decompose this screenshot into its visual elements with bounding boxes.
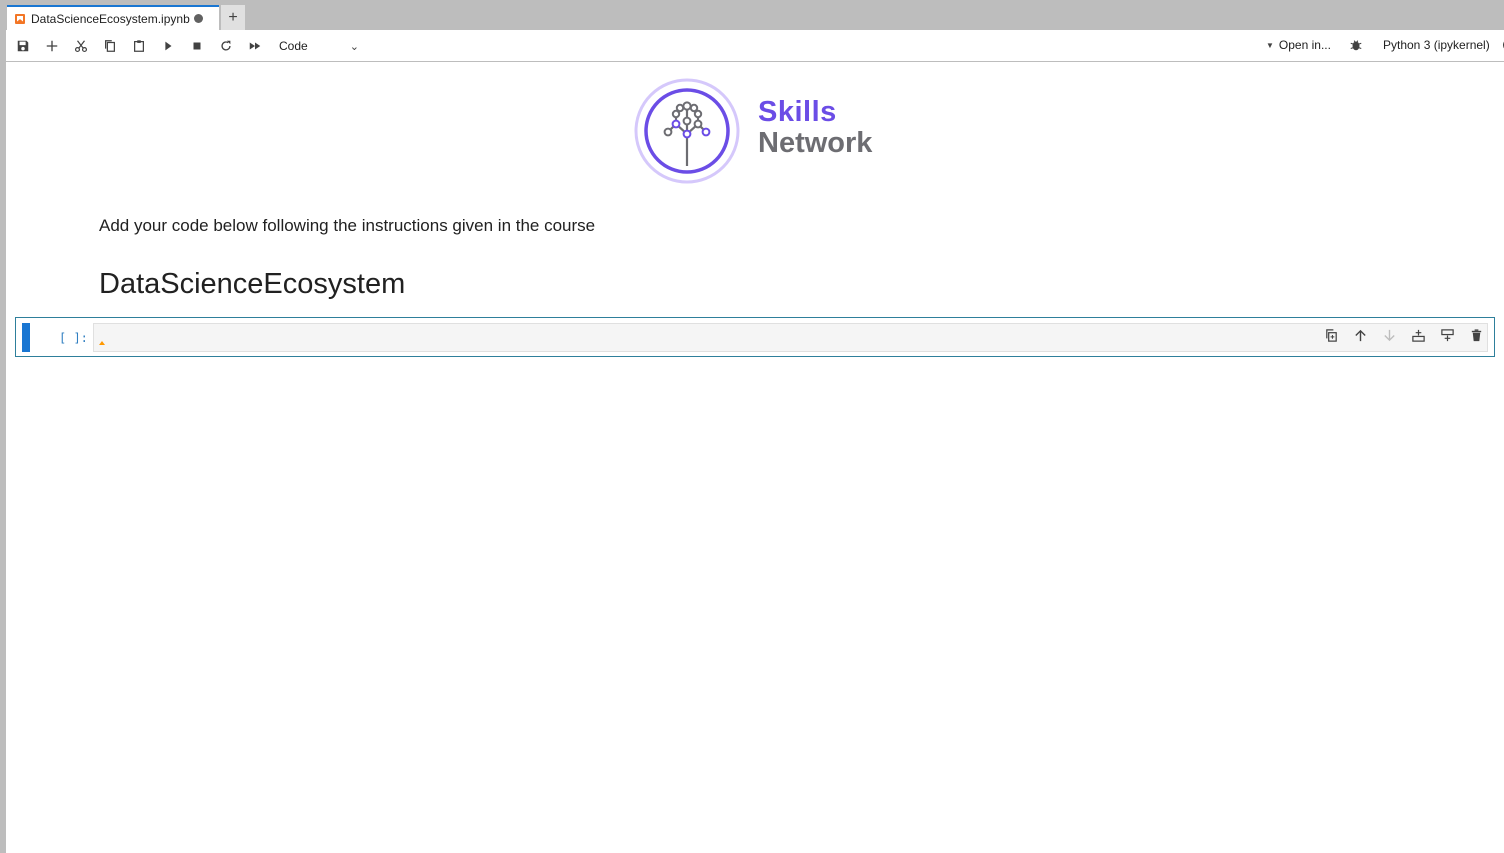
- logo-text-network: Network: [758, 127, 873, 159]
- add-cell-icon[interactable]: [42, 37, 62, 55]
- kernel-name[interactable]: Python 3 (ipykernel): [1383, 38, 1490, 52]
- cursor-marker-icon: [99, 341, 105, 345]
- code-cell[interactable]: [ ]:: [15, 317, 1495, 357]
- unsaved-indicator-icon[interactable]: [193, 14, 203, 23]
- cell-type-value: Code: [279, 39, 308, 53]
- move-up-icon[interactable]: [1350, 325, 1370, 345]
- code-editor[interactable]: [93, 323, 1488, 352]
- insert-below-icon[interactable]: [1437, 325, 1457, 345]
- markdown-heading: DataScienceEcosystem: [99, 268, 406, 300]
- tab-bar: DataScienceEcosystem.ipynb +: [0, 0, 1504, 30]
- caret-down-icon: ▼: [1266, 40, 1274, 50]
- markdown-paragraph: Add your code below following the instru…: [99, 216, 596, 235]
- cell-type-select[interactable]: Code ⌄: [279, 37, 359, 55]
- logo-text-skills: Skills: [758, 96, 837, 128]
- paste-icon[interactable]: [129, 37, 149, 55]
- insert-above-icon[interactable]: [1408, 325, 1428, 345]
- skills-network-logo-icon: [634, 78, 740, 184]
- move-down-icon[interactable]: [1379, 325, 1399, 345]
- open-in-label: Open in...: [1278, 38, 1331, 52]
- fast-forward-icon[interactable]: [245, 37, 265, 55]
- notebook-toolbar: Code ⌄ ▼ Open in... Python 3 (ipykernel): [6, 30, 1504, 62]
- cell-collapser[interactable]: [22, 323, 30, 352]
- cell-prompt: [ ]:: [59, 331, 88, 345]
- notebook-icon: [15, 13, 25, 24]
- tab-title: DataScienceEcosystem.ipynb: [31, 11, 190, 26]
- new-tab-button[interactable]: +: [221, 5, 245, 30]
- stop-icon[interactable]: [187, 37, 207, 55]
- cut-icon[interactable]: [71, 37, 91, 55]
- restart-icon[interactable]: [216, 37, 236, 55]
- copy-icon[interactable]: [100, 37, 120, 55]
- debugger-bug-icon[interactable]: [1349, 38, 1363, 52]
- run-icon[interactable]: [158, 37, 178, 55]
- cell-toolbar: [1321, 325, 1486, 345]
- open-in-button[interactable]: ▼ Open in...: [1266, 38, 1331, 52]
- left-panel-edge: [0, 30, 6, 853]
- chevron-down-icon: ⌄: [349, 40, 359, 53]
- tab-notebook[interactable]: DataScienceEcosystem.ipynb: [7, 5, 219, 30]
- delete-icon[interactable]: [1466, 325, 1486, 345]
- duplicate-icon[interactable]: [1321, 325, 1341, 345]
- save-icon[interactable]: [13, 37, 33, 55]
